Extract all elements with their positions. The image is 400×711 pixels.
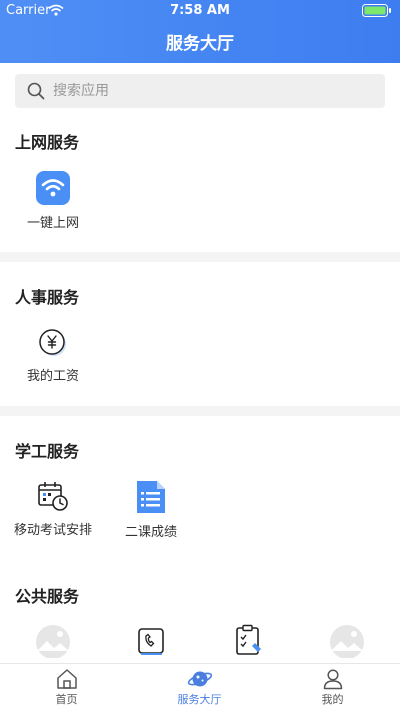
service-label: 一键上网 — [26, 216, 79, 231]
service-public-2[interactable] — [101, 624, 201, 656]
section-title-student-affairs: 学工服务 — [15, 442, 80, 461]
image-placeholder-icon — [36, 625, 70, 658]
service-my-salary[interactable]: 我的工资 — [3, 328, 103, 384]
tab-home[interactable]: 首页 — [0, 664, 133, 711]
service-public-4[interactable] — [297, 624, 397, 658]
status-bar: Carrier 7:58 AM — [0, 0, 400, 20]
search-icon — [27, 82, 45, 100]
header: Carrier 7:58 AM 服务大厅 — [0, 0, 400, 63]
section-title-internet: 上网服务 — [15, 133, 80, 152]
planet-icon — [187, 671, 212, 687]
image-placeholder-icon — [330, 625, 364, 658]
tab-service-hall[interactable]: 服务大厅 — [133, 664, 266, 711]
service-second-class-score[interactable]: 二课成绩 — [101, 480, 201, 540]
service-label: 我的工资 — [26, 369, 79, 384]
service-one-click-internet[interactable]: 一键上网 — [3, 171, 103, 231]
home-icon — [56, 669, 77, 689]
document-icon — [137, 481, 165, 513]
tab-mine[interactable]: 我的 — [266, 664, 399, 711]
tab-label: 服务大厅 — [177, 693, 222, 706]
phone-card-icon — [138, 628, 164, 655]
tab-label: 我的 — [321, 693, 344, 706]
yuan-icon — [39, 329, 66, 356]
service-public-3[interactable] — [199, 624, 299, 656]
calendar-clock-icon — [38, 482, 68, 511]
tab-label: 首页 — [55, 693, 78, 706]
service-public-1[interactable] — [3, 624, 103, 658]
service-exam-schedule[interactable]: 移动考试安排 — [3, 480, 103, 538]
battery-icon — [362, 4, 391, 17]
user-icon — [323, 669, 342, 690]
wifi-icon — [36, 171, 70, 205]
section-title-public: 公共服务 — [15, 587, 80, 606]
service-label: 二课成绩 — [124, 525, 177, 540]
search-bar[interactable] — [15, 74, 385, 108]
page-title: 服务大厅 — [166, 34, 234, 54]
status-time: 7:58 AM — [170, 3, 230, 18]
service-label: 移动考试安排 — [13, 523, 92, 538]
tab-bar: 首页 服务大厅 我的 — [0, 663, 400, 711]
search-input[interactable] — [53, 74, 373, 108]
clipboard-check-icon — [236, 624, 261, 655]
section-divider — [0, 406, 400, 416]
section-title-personnel: 人事服务 — [15, 288, 80, 307]
section-divider — [0, 252, 400, 262]
